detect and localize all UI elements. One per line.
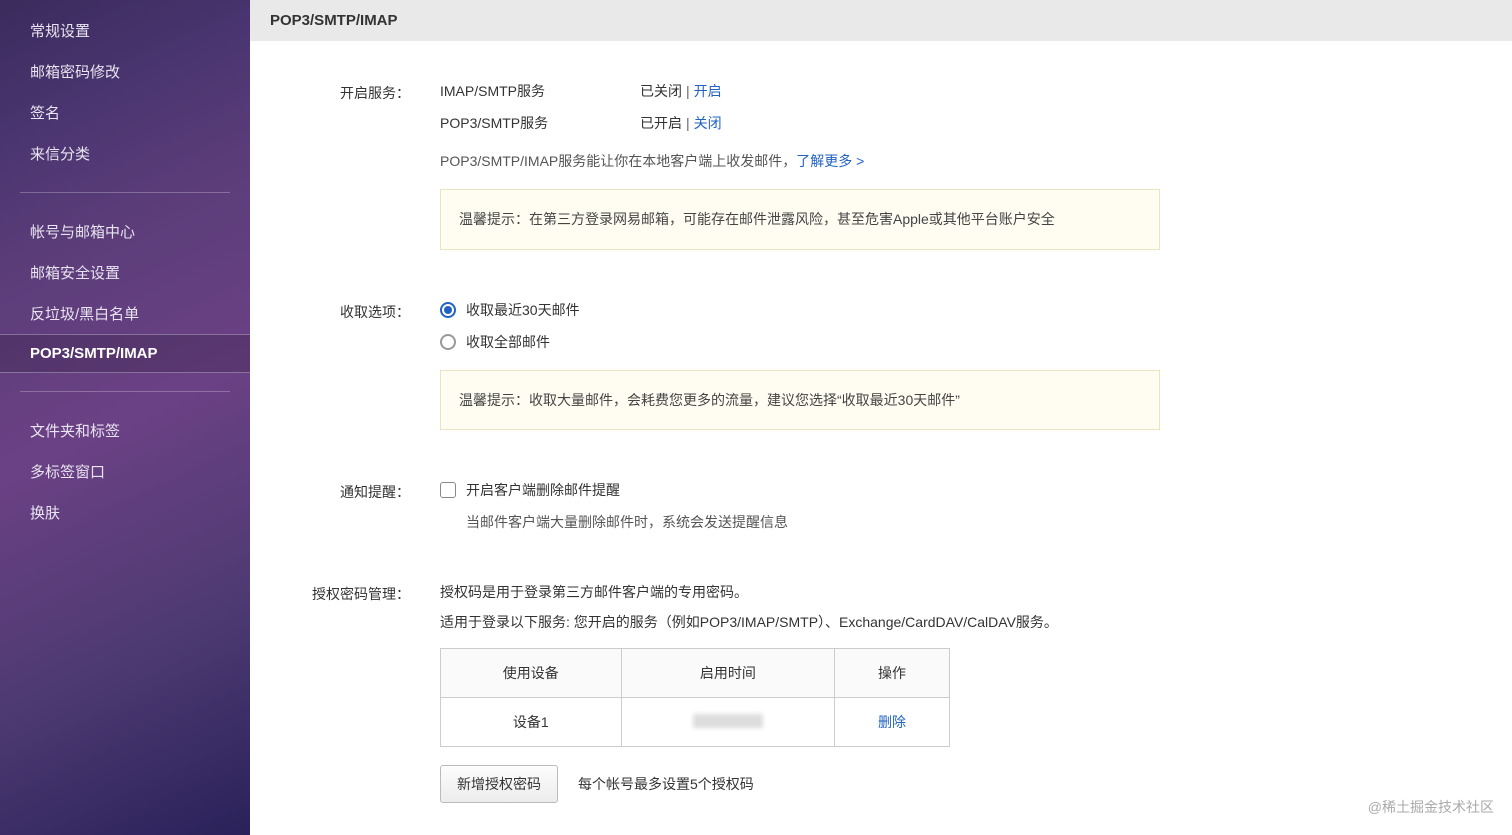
cell-device: 设备1 [441, 698, 622, 747]
service-row-imap: IMAP/SMTP服务 已关闭 | 开启 [440, 81, 1160, 101]
sidebar-divider [20, 391, 230, 392]
service-toggle-link[interactable]: 开启 [694, 81, 722, 101]
th-device: 使用设备 [441, 649, 622, 698]
sidebar-item-folders[interactable]: 文件夹和标签 [0, 410, 250, 451]
receive-hint-box: 温馨提示：收取大量邮件，会耗费您更多的流量，建议您选择“收取最近30天邮件” [440, 370, 1160, 431]
separator: | [686, 83, 690, 99]
sidebar-item-antispam[interactable]: 反垃圾/黑白名单 [0, 293, 250, 334]
sidebar-group-1: 帐号与邮箱中心 邮箱安全设置 反垃圾/黑白名单 POP3/SMTP/IMAP [0, 201, 250, 383]
section-label-receive: 收取选项： [280, 300, 440, 431]
section-label-notification: 通知提醒： [280, 480, 440, 532]
service-toggle-link[interactable]: 关闭 [694, 113, 722, 133]
service-row-pop3: POP3/SMTP服务 已开启 | 关闭 [440, 113, 1160, 133]
masked-time [693, 714, 763, 728]
main-content: POP3/SMTP/IMAP 开启服务： IMAP/SMTP服务 已关闭 | 开… [250, 0, 1512, 835]
sidebar-divider [20, 192, 230, 193]
sidebar: 常规设置 邮箱密码修改 签名 来信分类 帐号与邮箱中心 邮箱安全设置 反垃圾/黑… [0, 0, 250, 835]
services-description: POP3/SMTP/IMAP服务能让你在本地客户端上收发邮件，了解更多 > [440, 151, 1160, 171]
section-auth: 授权密码管理： 授权码是用于登录第三方邮件客户端的专用密码。 适用于登录以下服务… [280, 582, 1482, 803]
delete-link[interactable]: 删除 [878, 714, 906, 730]
radio-option-30days[interactable]: 收取最近30天邮件 [440, 300, 1160, 320]
radio-icon [440, 334, 456, 350]
sidebar-item-password[interactable]: 邮箱密码修改 [0, 51, 250, 92]
checkbox-delete-reminder[interactable]: 开启客户端删除邮件提醒 [440, 480, 1160, 500]
sidebar-item-classification[interactable]: 来信分类 [0, 133, 250, 174]
separator: | [686, 115, 690, 131]
radio-label: 收取全部邮件 [466, 332, 550, 352]
sidebar-item-account-center[interactable]: 帐号与邮箱中心 [0, 211, 250, 252]
cell-time [621, 698, 834, 747]
auth-table: 使用设备 启用时间 操作 设备1 删除 [440, 648, 950, 747]
auth-button-row: 新增授权密码 每个帐号最多设置5个授权码 [440, 765, 1160, 803]
service-name: POP3/SMTP服务 [440, 113, 640, 133]
service-status: 已开启 [640, 113, 682, 133]
th-action: 操作 [835, 649, 950, 698]
sidebar-group-2: 文件夹和标签 多标签窗口 换肤 [0, 400, 250, 543]
radio-icon [440, 302, 456, 318]
radio-option-all[interactable]: 收取全部邮件 [440, 332, 1160, 352]
radio-label: 收取最近30天邮件 [466, 300, 580, 320]
auth-note: 每个帐号最多设置5个授权码 [578, 774, 754, 794]
sidebar-item-skin[interactable]: 换肤 [0, 492, 250, 533]
service-status: 已关闭 [640, 81, 682, 101]
sidebar-group-0: 常规设置 邮箱密码修改 签名 来信分类 [0, 0, 250, 184]
service-name: IMAP/SMTP服务 [440, 81, 640, 101]
table-header-row: 使用设备 启用时间 操作 [441, 649, 950, 698]
checkbox-label: 开启客户端删除邮件提醒 [466, 480, 620, 500]
section-label-auth: 授权密码管理： [280, 582, 440, 803]
sidebar-item-pop-smtp-imap[interactable]: POP3/SMTP/IMAP [0, 334, 250, 373]
section-receive: 收取选项： 收取最近30天邮件 收取全部邮件 温馨提示：收取大量邮件，会耗费您更… [280, 300, 1482, 431]
services-hint-box: 温馨提示：在第三方登录网易邮箱，可能存在邮件泄露风险，甚至危害Apple或其他平… [440, 189, 1160, 250]
section-services: 开启服务： IMAP/SMTP服务 已关闭 | 开启 POP3/SMTP服务 已… [280, 81, 1482, 250]
learn-more-link[interactable]: 了解更多 > [796, 153, 864, 169]
sidebar-item-security[interactable]: 邮箱安全设置 [0, 252, 250, 293]
page-title: POP3/SMTP/IMAP [250, 0, 1512, 41]
sidebar-item-signature[interactable]: 签名 [0, 92, 250, 133]
notification-desc: 当邮件客户端大量删除邮件时，系统会发送提醒信息 [466, 512, 1160, 532]
checkbox-icon [440, 482, 456, 498]
section-label-services: 开启服务： [280, 81, 440, 250]
add-auth-button[interactable]: 新增授权密码 [440, 765, 558, 803]
sidebar-item-general[interactable]: 常规设置 [0, 10, 250, 51]
desc-text: POP3/SMTP/IMAP服务能让你在本地客户端上收发邮件， [440, 153, 796, 169]
section-notification: 通知提醒： 开启客户端删除邮件提醒 当邮件客户端大量删除邮件时，系统会发送提醒信… [280, 480, 1482, 532]
th-time: 启用时间 [621, 649, 834, 698]
auth-desc-1: 授权码是用于登录第三方邮件客户端的专用密码。 [440, 582, 1160, 602]
auth-desc-2: 适用于登录以下服务: 您开启的服务（例如POP3/IMAP/SMTP）、Exch… [440, 612, 1160, 632]
cell-action: 删除 [835, 698, 950, 747]
sidebar-item-multi-tab[interactable]: 多标签窗口 [0, 451, 250, 492]
table-row: 设备1 删除 [441, 698, 950, 747]
watermark: @稀土掘金技术社区 [1368, 797, 1494, 817]
